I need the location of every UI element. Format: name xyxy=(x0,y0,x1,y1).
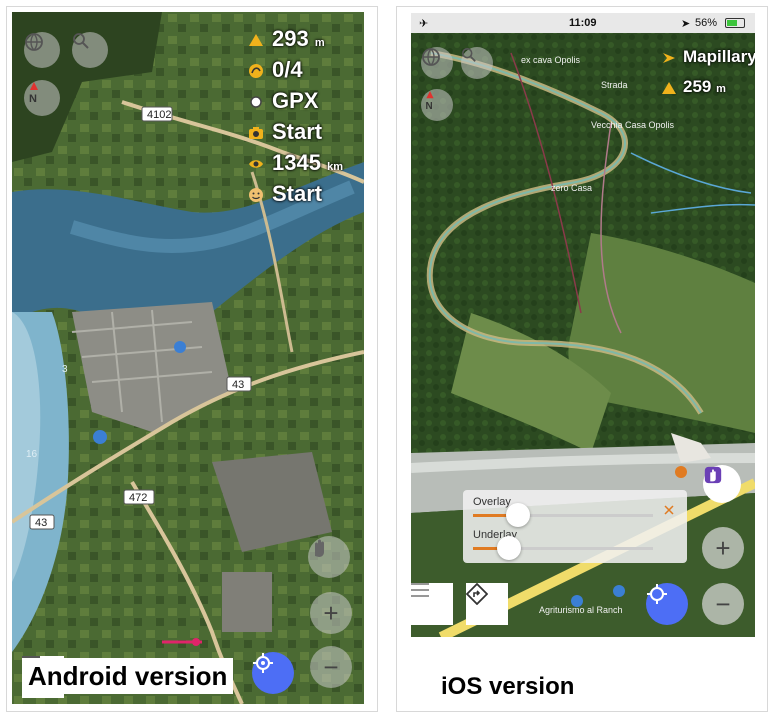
location-arrow-icon: ➤ xyxy=(681,18,691,30)
close-icon[interactable] xyxy=(663,504,675,516)
hand-touch-icon xyxy=(704,466,722,484)
map-label-vecchia: Vecchia Casa Opolis xyxy=(591,120,675,130)
ios-status-bar: ✈ 11:09 ➤ 56% xyxy=(411,13,755,33)
stat-camera-value: Start xyxy=(272,119,323,144)
my-location-button[interactable] xyxy=(646,583,688,625)
road-label-43: 43 xyxy=(232,379,244,391)
road-label-4102: 4102 xyxy=(147,109,171,121)
globe-icon xyxy=(25,33,43,51)
status-battery-percent: 56% xyxy=(695,17,718,29)
minus-icon: − xyxy=(323,651,339,682)
smiley-icon xyxy=(249,188,263,202)
depth-label-3: 3 xyxy=(62,364,68,375)
android-caption: Android version xyxy=(22,658,234,694)
stat-distance-unit: km xyxy=(327,161,343,173)
overlay-slider-knob[interactable] xyxy=(506,503,530,527)
stat-altitude-value: 293 xyxy=(272,26,309,51)
tracks-icon xyxy=(249,64,263,78)
gpx-dot-icon xyxy=(250,96,262,108)
crosshair-location-icon xyxy=(253,653,273,673)
compass-north-icon: N xyxy=(426,91,434,111)
layer-opacity-panel: Overlay Underlay xyxy=(463,490,687,563)
eye-icon xyxy=(249,160,263,168)
road-label-43-west: 43 xyxy=(35,517,47,529)
zoom-out-button[interactable]: − xyxy=(702,583,744,625)
mapillary-layer-indicator[interactable]: Mapillary xyxy=(661,47,755,71)
map-label-ex-cava-opolis: ex cava Opolis xyxy=(521,55,581,65)
airplane-icon: ✈ xyxy=(419,18,429,30)
overlay-label: Overlay xyxy=(473,496,511,508)
zoom-out-button[interactable]: − xyxy=(310,646,352,688)
altitude-triangle-icon xyxy=(249,34,263,46)
mapillary-label: Mapillary xyxy=(683,47,755,66)
svg-text:N: N xyxy=(29,93,37,104)
touch-mode-button[interactable] xyxy=(308,536,350,578)
hamburger-menu-icon xyxy=(411,583,429,597)
map-label-strada: Strada xyxy=(601,80,628,90)
mapillary-icon xyxy=(663,53,675,63)
touch-mode-button[interactable] xyxy=(703,465,741,503)
svg-text:N: N xyxy=(426,101,433,111)
ios-map[interactable]: ex cava Opolis Strada Vecchia Casa Opoli… xyxy=(411,13,755,637)
compass-button[interactable]: N xyxy=(24,80,60,116)
stat-altitude-unit: m xyxy=(314,37,325,49)
camera-icon xyxy=(249,127,263,139)
menu-button[interactable] xyxy=(411,583,453,625)
stat-smiley-value: Start xyxy=(272,181,323,206)
zoom-in-button[interactable]: + xyxy=(702,527,744,569)
stat-altitude[interactable]: 293 m xyxy=(248,26,363,54)
depth-label-16: 16 xyxy=(26,449,38,460)
route-button[interactable] xyxy=(466,583,508,625)
search-icon xyxy=(461,47,476,62)
search-button[interactable] xyxy=(72,32,108,68)
underlay-slider-knob[interactable] xyxy=(497,536,521,560)
stat-tracks[interactable]: 0/4 xyxy=(248,57,363,85)
minus-icon: − xyxy=(715,588,731,619)
stat-gpx[interactable]: GPX xyxy=(248,88,363,116)
stat-camera[interactable]: Start xyxy=(248,119,363,147)
plus-icon: + xyxy=(715,532,731,563)
globe-icon-button[interactable] xyxy=(24,32,60,68)
android-stats-panel: 293 m 0/4 GPX Start 1345 km Start xyxy=(248,26,363,206)
map-label-agriturismo: Agriturismo al Ranch xyxy=(539,605,623,615)
ios-panel: ex cava Opolis Strada Vecchia Casa Opoli… xyxy=(396,6,768,712)
ios-caption: iOS version xyxy=(441,673,575,700)
stat-distance[interactable]: 1345 km xyxy=(248,150,363,178)
battery-icon xyxy=(725,18,745,28)
ios-altitude-value: 259 xyxy=(683,77,712,96)
status-time: 11:09 xyxy=(569,17,597,29)
ios-altitude-unit: m xyxy=(716,83,726,95)
compass-button[interactable]: N xyxy=(421,89,453,121)
stat-tracks-value: 0/4 xyxy=(272,57,303,82)
stat-gpx-value: GPX xyxy=(272,88,319,113)
route-diamond-icon xyxy=(466,583,488,605)
compass-north-icon: N xyxy=(29,82,38,104)
road-label-472: 472 xyxy=(129,492,147,504)
altitude-triangle-icon xyxy=(662,82,676,94)
hand-touch-icon xyxy=(315,539,324,557)
stat-distance-value: 1345 xyxy=(272,150,321,175)
my-location-button[interactable] xyxy=(252,652,294,694)
globe-icon xyxy=(422,48,440,66)
overlay-slider[interactable] xyxy=(473,503,653,527)
ios-stat-altitude[interactable]: 259 m xyxy=(661,77,755,101)
crosshair-location-icon xyxy=(647,584,667,604)
underlay-slider[interactable] xyxy=(473,536,653,560)
plus-icon: + xyxy=(323,597,339,628)
search-icon xyxy=(73,33,89,49)
zoom-in-button[interactable]: + xyxy=(310,592,352,634)
android-map[interactable]: 4102 43 472 43 16 3 N 293 m 0/4 GPX Star… xyxy=(12,12,364,704)
stat-smiley[interactable]: Start xyxy=(248,181,363,209)
search-button[interactable] xyxy=(461,47,493,79)
map-label-zero-casa: zero Casa xyxy=(551,183,592,193)
globe-icon-button[interactable] xyxy=(421,47,453,79)
